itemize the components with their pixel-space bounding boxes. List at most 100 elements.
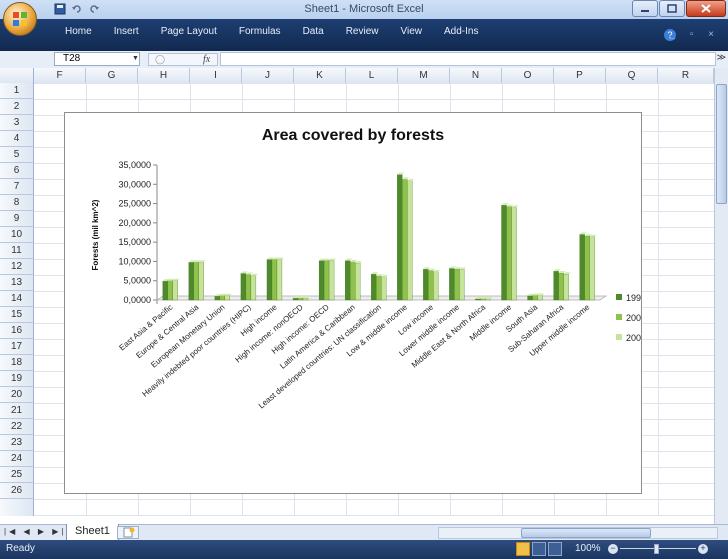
row-header[interactable]: 21 [0,403,33,419]
name-box[interactable]: T28 [54,52,140,66]
row-header[interactable]: 10 [0,227,33,243]
column-header[interactable]: L [346,68,398,83]
row-header[interactable]: 2 [0,99,33,115]
x-tick-label: Least developed countries: UN classifica… [257,303,383,411]
ribbon-tabs: Home Insert Page Layout Formulas Data Re… [54,26,489,37]
zoom-out-icon[interactable]: − [608,544,618,554]
tab-view[interactable]: View [389,26,433,37]
row-header[interactable]: 11 [0,243,33,259]
page-break-view-icon[interactable] [548,542,562,556]
row-header[interactable]: 12 [0,259,33,275]
function-wizard-circle-icon[interactable]: ◯ [155,54,165,65]
zoom-slider[interactable]: − + [608,544,708,554]
column-header[interactable]: Q [606,68,658,83]
row-header[interactable]: 22 [0,419,33,435]
row-header[interactable]: 13 [0,275,33,291]
close-button[interactable] [686,0,726,17]
row-header[interactable]: 16 [0,323,33,339]
normal-view-icon[interactable] [516,542,530,556]
column-header[interactable]: M [398,68,450,83]
vertical-scrollbar[interactable] [714,68,728,524]
select-all-corner[interactable] [0,68,34,83]
tab-page-layout[interactable]: Page Layout [150,26,228,37]
sheet-nav-arrows[interactable]: |◀ ◀ ▶ ▶| [4,527,66,536]
row-header[interactable]: 17 [0,339,33,355]
row-header[interactable]: 19 [0,371,33,387]
bar [563,274,569,301]
row-header[interactable]: 23 [0,435,33,451]
vertical-scroll-thumb[interactable] [716,84,727,204]
insert-sheet-icon[interactable] [117,526,139,539]
bar-top [245,272,253,275]
maximize-button[interactable] [659,0,685,17]
row-header[interactable]: 8 [0,195,33,211]
row-header[interactable]: 1 [0,83,33,99]
bar-top [355,260,363,263]
chevron-down-icon[interactable]: ▼ [132,55,139,62]
bar [276,259,283,301]
bar [198,262,204,301]
column-header[interactable]: K [294,68,346,83]
sheet-tab-sheet1[interactable]: Sheet1 [66,524,119,541]
row-header[interactable]: 25 [0,467,33,483]
zoom-knob[interactable] [654,544,659,554]
formula-input[interactable] [220,52,716,66]
horizontal-scrollbar[interactable] [438,527,718,539]
zoom-in-icon[interactable]: + [698,544,708,554]
row-header[interactable]: 9 [0,211,33,227]
bar [376,275,382,301]
chart-object[interactable]: Area covered by forests Forests (mil km^… [64,112,646,494]
bar [558,272,564,301]
bar [302,297,309,301]
column-header[interactable]: N [450,68,502,83]
window-controls [632,0,726,17]
bar [266,259,273,301]
row-header[interactable]: 4 [0,131,33,147]
ribbon: Home Insert Page Layout Formulas Data Re… [0,19,728,51]
column-header[interactable]: I [190,68,242,83]
horizontal-scroll-thumb[interactable] [521,528,651,538]
bar [250,275,257,301]
tab-formulas[interactable]: Formulas [228,26,292,37]
insert-function-button[interactable]: fx [203,54,210,65]
bar [407,180,413,301]
column-header[interactable]: H [138,68,190,83]
tab-add-ins[interactable]: Add-Ins [433,26,489,37]
bar-top [553,269,561,272]
title-bar: Sheet1 - Microsoft Excel [0,0,728,19]
row-header-partial[interactable] [0,499,33,516]
row-header[interactable]: 20 [0,387,33,403]
page-layout-view-icon[interactable] [532,542,546,556]
row-header[interactable]: 3 [0,115,33,131]
window-title: Sheet1 - Microsoft Excel [304,3,424,15]
column-header[interactable]: P [554,68,606,83]
row-header[interactable]: 7 [0,179,33,195]
bar [167,280,173,301]
row-header[interactable]: 24 [0,451,33,467]
row-header[interactable]: 26 [0,483,33,499]
row-header[interactable]: 14 [0,291,33,307]
column-header[interactable]: O [502,68,554,83]
row-header[interactable]: 6 [0,163,33,179]
minimize-button[interactable] [632,0,658,17]
tab-data[interactable]: Data [292,26,335,37]
expand-formula-bar-icon[interactable]: ≫ [717,52,726,63]
workbook-window-controls[interactable]: _ ▫ × [669,29,720,40]
zoom-level[interactable]: 100% [575,543,601,554]
tab-insert[interactable]: Insert [103,26,150,37]
column-header[interactable]: R [658,68,714,83]
tab-review[interactable]: Review [335,26,390,37]
office-button[interactable] [3,2,37,36]
bar [428,270,434,301]
row-header[interactable]: 5 [0,147,33,163]
column-header[interactable]: G [86,68,138,83]
tab-home[interactable]: Home [54,26,103,37]
row-header[interactable]: 15 [0,307,33,323]
row-header[interactable]: 18 [0,355,33,371]
chart-title: Area covered by forests [262,127,444,144]
bar [511,207,517,301]
column-header[interactable]: J [242,68,294,83]
office-logo-icon [13,12,27,26]
y-tick-label: 25,0000 [118,199,151,209]
column-header[interactable]: F [34,68,86,83]
